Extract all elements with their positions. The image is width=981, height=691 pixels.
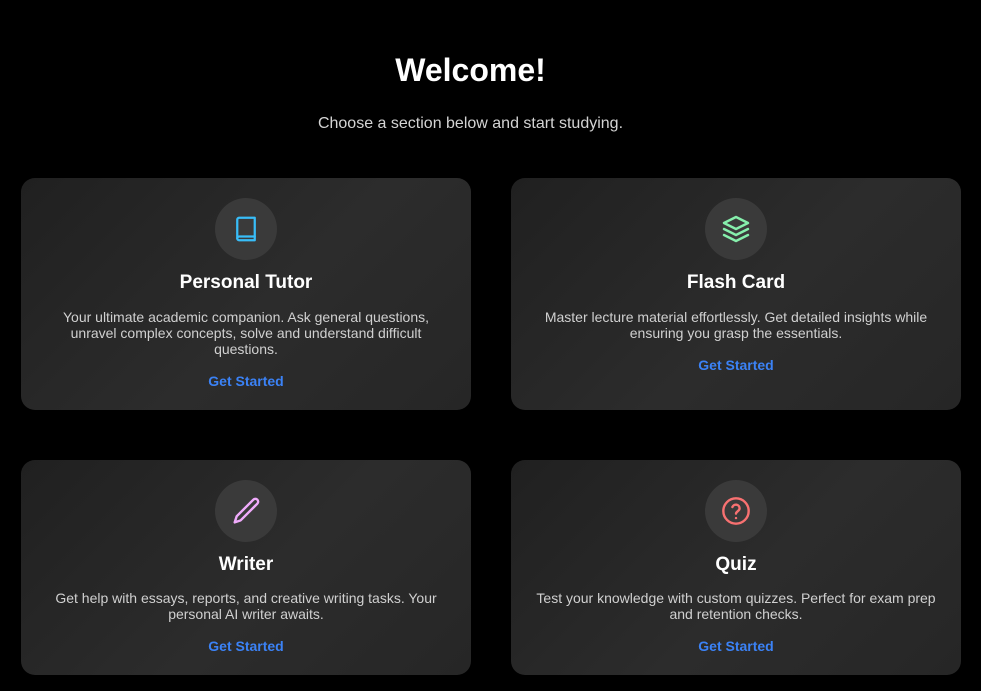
card-writer[interactable]: Writer Get help with essays, reports, an… bbox=[21, 460, 471, 675]
card-flash-card[interactable]: Flash Card Master lecture material effor… bbox=[511, 178, 961, 410]
get-started-link[interactable]: Get Started bbox=[511, 637, 961, 655]
card-description: Your ultimate academic companion. Ask ge… bbox=[62, 309, 430, 357]
card-personal-tutor[interactable]: Personal Tutor Your ultimate academic co… bbox=[21, 178, 471, 410]
card-title: Flash Card bbox=[686, 272, 786, 293]
get-started-link[interactable]: Get Started bbox=[21, 637, 471, 655]
card-title: Writer bbox=[218, 554, 274, 575]
page-title: Welcome! bbox=[395, 52, 546, 88]
card-quiz[interactable]: Quiz Test your knowledge with custom qui… bbox=[511, 460, 961, 675]
book-icon bbox=[215, 198, 277, 260]
get-started-link[interactable]: Get Started bbox=[21, 372, 471, 390]
page-subtitle: Choose a section below and start studyin… bbox=[317, 115, 624, 132]
pencil-icon bbox=[215, 480, 277, 542]
card-description: Get help with essays, reports, and creat… bbox=[55, 590, 437, 622]
card-description: Test your knowledge with custom quizzes.… bbox=[536, 590, 936, 622]
card-description: Master lecture material effortlessly. Ge… bbox=[544, 309, 928, 341]
help-circle-icon bbox=[705, 480, 767, 542]
get-started-link[interactable]: Get Started bbox=[511, 356, 961, 374]
card-title: Personal Tutor bbox=[179, 272, 313, 293]
layers-icon bbox=[705, 198, 767, 260]
card-title: Quiz bbox=[715, 554, 757, 575]
dashboard-page: Welcome! Choose a section below and star… bbox=[0, 0, 981, 691]
